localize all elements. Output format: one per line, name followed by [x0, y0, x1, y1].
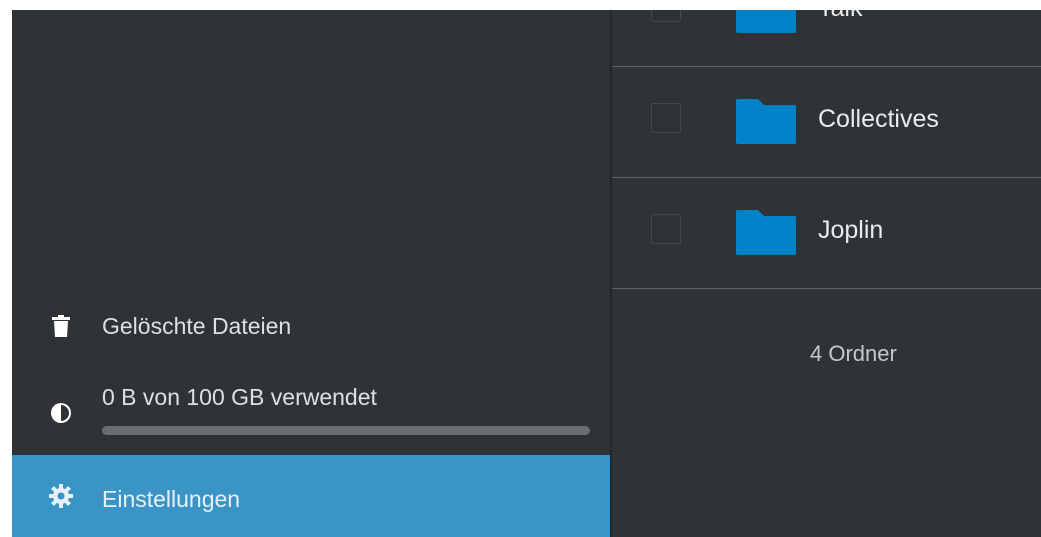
- file-row[interactable]: Joplin: [612, 178, 1041, 289]
- file-name[interactable]: Joplin: [818, 216, 883, 245]
- quota-text: 0 B von 100 GB verwendet: [102, 384, 377, 410]
- sidebar-item-deleted-files[interactable]: Gelöschte Dateien: [12, 302, 610, 350]
- file-name[interactable]: Talk: [818, 10, 862, 23]
- file-list: Talk Collectives Joplin 4 Ordner: [612, 10, 1041, 537]
- gear-icon: [48, 483, 74, 509]
- file-row[interactable]: Collectives: [612, 67, 1041, 178]
- file-count-summary: 4 Ordner: [810, 341, 897, 366]
- folder-icon: [736, 210, 796, 255]
- file-row[interactable]: Talk: [612, 10, 1041, 67]
- app-window: Gelöschte Dateien 0 B von 100 GB verwend…: [12, 10, 1041, 537]
- quota-pie-icon: [48, 400, 74, 426]
- storage-quota[interactable]: 0 B von 100 GB verwendet: [12, 378, 610, 442]
- sidebar-item-settings[interactable]: Einstellungen: [12, 455, 610, 537]
- row-checkbox[interactable]: [651, 103, 681, 133]
- row-checkbox[interactable]: [651, 10, 681, 22]
- trash-icon: [48, 313, 74, 339]
- sidebar-item-label: Gelöschte Dateien: [102, 312, 292, 339]
- file-name[interactable]: Collectives: [818, 105, 939, 134]
- quota-progress-bar: [102, 426, 590, 435]
- folder-icon: [736, 99, 796, 144]
- sidebar-item-label: Einstellungen: [102, 486, 241, 512]
- folder-icon: [736, 10, 796, 33]
- row-checkbox[interactable]: [651, 214, 681, 244]
- navigation-sidebar: Gelöschte Dateien 0 B von 100 GB verwend…: [12, 10, 610, 537]
